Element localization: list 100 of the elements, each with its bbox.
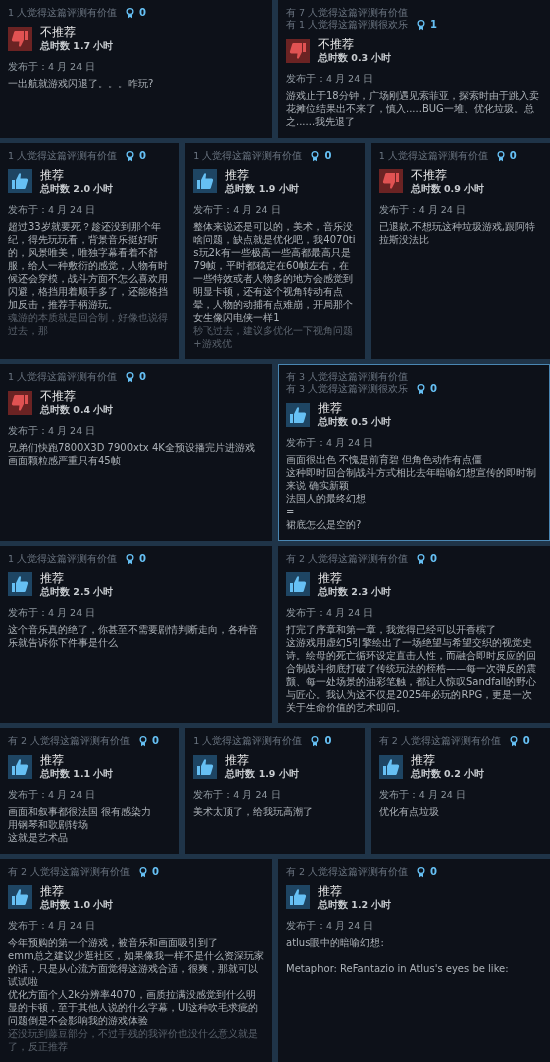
faded-review-text: 魂游的本质就是回合制，好像也说得过去，那 xyxy=(8,310,169,337)
review-text: 今年预购的第一个游戏，被音乐和画面吸引到了 xyxy=(8,935,219,949)
review-text: 已退款,不想玩这种垃圾游戏,跟阿特拉斯没法比 xyxy=(378,219,536,246)
verdict-title: 不推荐 xyxy=(410,167,448,183)
verdict-title: 推荐 xyxy=(225,167,251,183)
award-icon xyxy=(417,865,426,878)
review-text: 这个音乐真的绝了，你甚至不需要剧情判断走向，各种音乐就告诉你下件事是什么 xyxy=(8,622,259,649)
award-count: 0 xyxy=(430,383,438,395)
review-text: atlus眼中的暗喻幻想: xyxy=(286,935,385,949)
award-icon xyxy=(509,735,518,747)
review-text: 美术太顶了，给我玩高潮了 xyxy=(193,805,315,818)
award-count: 0 xyxy=(139,552,147,565)
verdict-title: 推荐 xyxy=(410,753,436,768)
review-text: 超过33岁就要死？趁还没到那个年纪，得先玩玩看，背景音乐挺好听的，风景唯美，唯独字幕看着不舒服，给人一种敷衍的感觉，人物有时候还会穿模，战斗方面不怎么喜欢用闪避，格挡用着顺手多了，还能格挡加反击，推荐手柄游玩。 xyxy=(8,219,169,311)
verdict-title: 推荐 xyxy=(318,401,343,416)
posted-date: 发布于：4 月 24 日 xyxy=(8,425,97,437)
helpful-count: 1 人觉得这篇评测有价值 xyxy=(8,149,118,162)
playtime: 总时数 2.5 小时 xyxy=(40,585,114,598)
verdict-title: 推荐 xyxy=(40,753,65,768)
award-icon xyxy=(126,552,135,565)
award-count: 1 xyxy=(430,19,438,31)
verdict-title: 推荐 xyxy=(40,167,65,183)
review-text: 裙底怎么是空的? xyxy=(286,518,363,531)
playtime: 总时数 0.4 小时 xyxy=(40,404,114,416)
award-icon xyxy=(126,149,135,162)
award-icon xyxy=(311,149,320,162)
posted-date: 发布于：4 月 24 日 xyxy=(286,73,375,85)
playtime: 总时数 1.1 小时 xyxy=(40,768,114,780)
award-count: 0 xyxy=(324,735,332,747)
award-icon xyxy=(311,735,320,747)
verdict-title: 不推荐 xyxy=(40,25,77,40)
award-count: 0 xyxy=(152,865,160,878)
award-count: 0 xyxy=(509,149,517,162)
verdict-title: 推荐 xyxy=(318,883,343,899)
helpful-count: 有 2 人觉得这篇评测有价值 xyxy=(286,865,409,878)
award-icon xyxy=(417,552,426,565)
review-text: 优化有点垃圾 xyxy=(378,805,440,818)
review-text: 这游戏用虚幻5引擎绘出了一场绝望与希望交织的视觉史诗。绘母的死亡循环设定直击人性，而融合即时反应的回合制战斗彻底打破了传统玩法的桎梏——每一次弹反的震颤、每一处场景的油彩笔触，都让人惊叹Sandfall的野心与匠心。我认为这不仅是2025年必玩的RPG，更是一次关于生命价值的艺术叩问。 xyxy=(286,635,538,714)
playtime: 总时数 0.5 小时 xyxy=(318,416,392,428)
verdict-title: 不推荐 xyxy=(40,389,77,404)
helpful-count: 有 2 人觉得这篇评测有价值 xyxy=(378,735,501,747)
helpful-count: 有 3 人觉得这篇评测有价值 xyxy=(286,371,409,383)
helpful-count: 有 1 人觉得这篇评测很欢乐 xyxy=(286,19,409,31)
helpful-count: 1 人觉得这篇评测有价值 xyxy=(8,552,118,565)
helpful-count: 1 人觉得这篇评测有价值 xyxy=(8,371,118,383)
review-text: 优化方面个人2k分辨率4070，画质拉满没感觉到什么明显的卡顿，至于其他人说的什么字幕，UI这种吹毛求疵的问题倒是不会影响我的游戏体验 xyxy=(8,987,260,1027)
review-text: emm总之建议少逛社区，如果像我一样不是什么资深玩家的话，只是从心流方面觉得这游戏合适，很爽，那就可以试试啦 xyxy=(8,948,264,988)
playtime: 总时数 1.9 小时 xyxy=(225,768,299,780)
posted-date: 发布于：4 月 24 日 xyxy=(8,61,97,73)
verdict-title: 推荐 xyxy=(225,753,251,768)
award-icon xyxy=(139,735,148,747)
posted-date: 发布于：4 月 24 日 xyxy=(378,203,467,216)
review-text: 游戏止于18分钟，广场刚遇见索菲亚，探索时由于跳入卖花摊位结果出不来了，慎入.....BUG一堆、优化垃圾。总之......我先退了 xyxy=(286,89,540,128)
posted-date: 发布于：4 月 24 日 xyxy=(8,919,97,932)
helpful-count: 有 2 人觉得这篇评测有价值 xyxy=(286,552,409,565)
award-count: 0 xyxy=(430,552,438,565)
helpful-count: 有 3 人觉得这篇评测很欢乐 xyxy=(286,383,409,395)
playtime: 总时数 0.3 小时 xyxy=(318,52,392,64)
review-text: = xyxy=(286,505,296,518)
review-text: 一出航就游戏闪退了。。。咋玩? xyxy=(8,77,155,90)
playtime: 总时数 1.7 小时 xyxy=(40,40,114,52)
award-count: 0 xyxy=(522,735,530,747)
award-count: 0 xyxy=(139,149,147,162)
review-text: 打完了序章和第一章，我觉得已经可以开香槟了 xyxy=(286,622,497,636)
helpful-count: 有 2 人觉得这篇评测有价值 xyxy=(8,735,131,747)
review-text: Metaphor: ReFantazio in Atlus's eyes be like: xyxy=(286,961,510,975)
playtime: 总时数 2.3 小时 xyxy=(318,585,392,598)
review-text: 法国人的最终幻想 xyxy=(286,492,367,505)
playtime: 总时数 0.9 小时 xyxy=(410,182,485,195)
posted-date: 发布于：4 月 24 日 xyxy=(286,606,375,619)
posted-date: 发布于：4 月 24 日 xyxy=(8,203,97,216)
playtime: 总时数 1.2 小时 xyxy=(318,898,392,911)
posted-date: 发布于：4 月 24 日 xyxy=(8,606,97,619)
review-text: 这就是艺术品 xyxy=(8,831,69,844)
award-count: 0 xyxy=(152,735,160,747)
posted-date: 发布于：4 月 24 日 xyxy=(286,919,375,932)
award-icon xyxy=(496,149,505,162)
review-text: 画面很出色 不愧是前育碧 但角色动作有点僵 xyxy=(286,453,484,466)
posted-date: 发布于：4 月 24 日 xyxy=(193,203,282,216)
award-icon xyxy=(126,7,135,19)
verdict-title: 推荐 xyxy=(40,570,65,586)
posted-date: 发布于：4 月 24 日 xyxy=(286,437,375,449)
award-icon xyxy=(417,383,426,395)
award-count: 0 xyxy=(430,865,438,878)
award-count: 0 xyxy=(139,7,147,19)
playtime: 总时数 2.0 小时 xyxy=(40,182,114,195)
helpful-count: 有 7 人觉得这篇评测有价值 xyxy=(286,7,409,19)
award-icon xyxy=(139,865,148,878)
verdict-title: 推荐 xyxy=(318,570,343,586)
helpful-count: 有 2 人觉得这篇评测有价值 xyxy=(8,865,131,878)
review-text: 这种即时回合制战斗方式相比去年暗喻幻想宣传的即时制来说 确实新颖 xyxy=(286,466,537,492)
playtime: 总时数 1.9 小时 xyxy=(225,182,299,195)
review-text: 用钢琴和歌剧转场 xyxy=(8,818,89,831)
faded-review-text: 还没玩到藤豆部分，不过手残的我评价也没什么意义就是了，反正推荐 xyxy=(8,1026,259,1053)
award-count: 0 xyxy=(324,149,332,162)
verdict-title: 不推荐 xyxy=(318,37,355,52)
award-count: 0 xyxy=(139,371,147,383)
helpful-count: 1 人觉得这篇评测有价值 xyxy=(8,7,118,19)
posted-date: 发布于：4 月 24 日 xyxy=(378,789,467,801)
playtime: 总时数 1.0 小时 xyxy=(40,898,114,911)
